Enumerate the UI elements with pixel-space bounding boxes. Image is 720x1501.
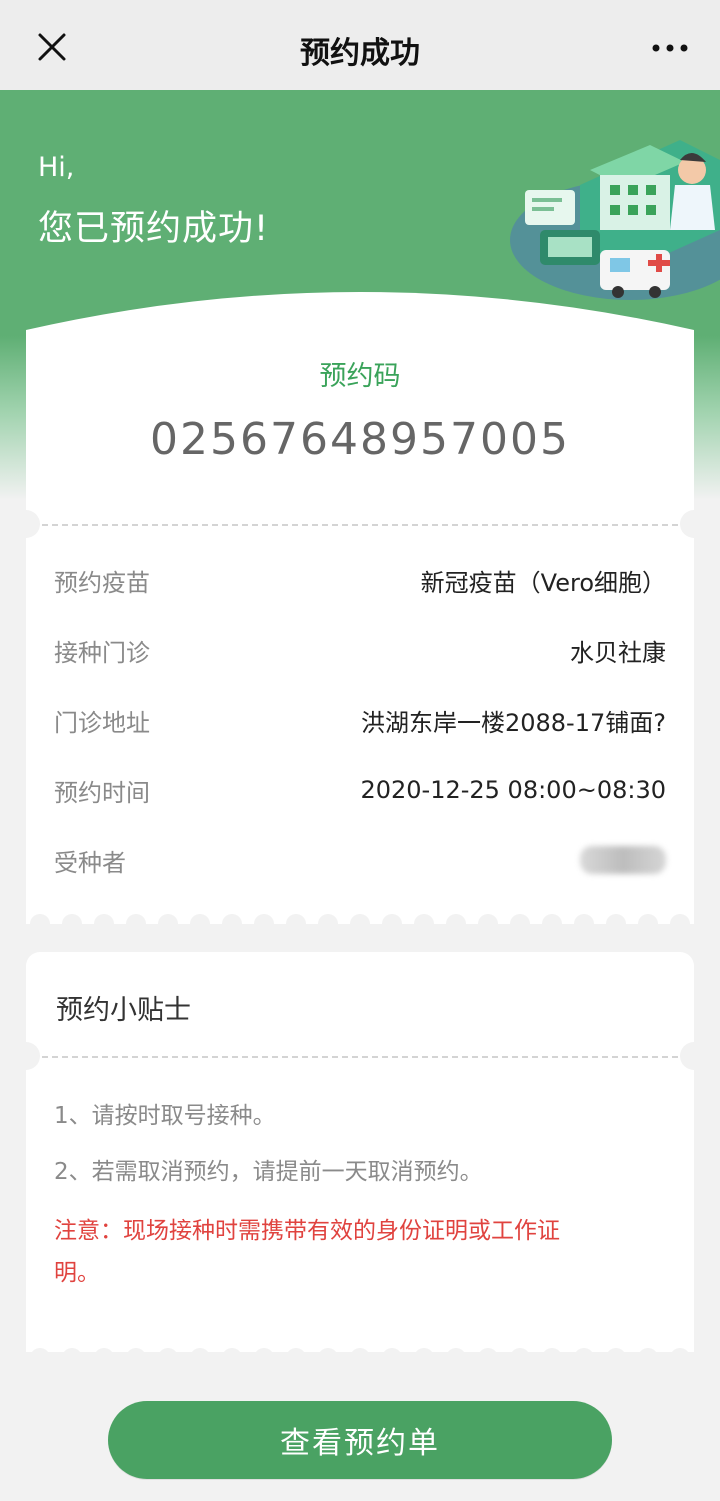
booking-code-label: 预约码 [319, 361, 401, 392]
detail-row-vaccine: 预约疫苗 新冠疫苗（Vero细胞） [54, 560, 666, 600]
warning-text-line1: 注意：现场接种时需携带有效的身份证明或工作证 [54, 1218, 560, 1244]
detail-label: 门诊地址 [54, 708, 150, 737]
clinic-illustration-icon [510, 140, 720, 300]
greeting-text: Hi, [38, 152, 75, 183]
detail-label: 预约时间 [54, 778, 150, 807]
ticket-notch-left [12, 510, 40, 538]
ticket-notch-right [680, 510, 708, 538]
more-button[interactable] [648, 30, 692, 66]
detail-row-time: 预约时间 2020-12-25 08:00~08:30 [54, 770, 666, 810]
page-title: 预约成功 [300, 36, 420, 71]
tip-item: 1、请按时取号接种。 [54, 1103, 276, 1129]
tip-item: 2、若需取消预约，请提前一天取消预约。 [54, 1159, 483, 1185]
warning-text-line2: 明。 [54, 1260, 100, 1286]
divider [42, 1056, 678, 1058]
recipient-name-redacted [580, 846, 666, 874]
ticket-scallop-edge [30, 914, 690, 924]
divider [42, 524, 678, 526]
booking-card: 预约码 02567648957005 预约疫苗 新冠疫苗（Vero细胞） 接种门… [26, 292, 694, 924]
success-message: 您已预约成功! [38, 209, 270, 249]
detail-row-recipient: 受种者 [54, 840, 666, 880]
detail-value: 水贝社康 [570, 638, 666, 667]
tips-card: 预约小贴士 1、请按时取号接种。 2、若需取消预约，请提前一天取消预约。 注意：… [12, 952, 708, 1352]
detail-value: 2020-12-25 08:00~08:30 [360, 776, 666, 804]
detail-value: 洪湖东岸一楼2088-17铺面? [360, 708, 666, 737]
ticket-notch-left [12, 1042, 40, 1070]
booking-code-value: 02567648957005 [150, 414, 570, 465]
more-icon [652, 44, 688, 52]
detail-label: 预约疫苗 [54, 568, 150, 597]
ticket-notch-right [680, 1042, 708, 1070]
tips-title: 预约小贴士 [56, 995, 191, 1026]
nav-bar: 预约成功 [0, 0, 720, 90]
view-booking-button[interactable]: 查看预约单 [108, 1401, 612, 1479]
detail-label: 受种者 [54, 848, 126, 877]
detail-row-clinic: 接种门诊 水贝社康 [54, 630, 666, 670]
ticket-scallop-edge [30, 1348, 690, 1358]
detail-label: 接种门诊 [54, 638, 150, 667]
detail-row-address: 门诊地址 洪湖东岸一楼2088-17铺面? [54, 700, 666, 740]
detail-value: 新冠疫苗（Vero细胞） [420, 568, 666, 597]
